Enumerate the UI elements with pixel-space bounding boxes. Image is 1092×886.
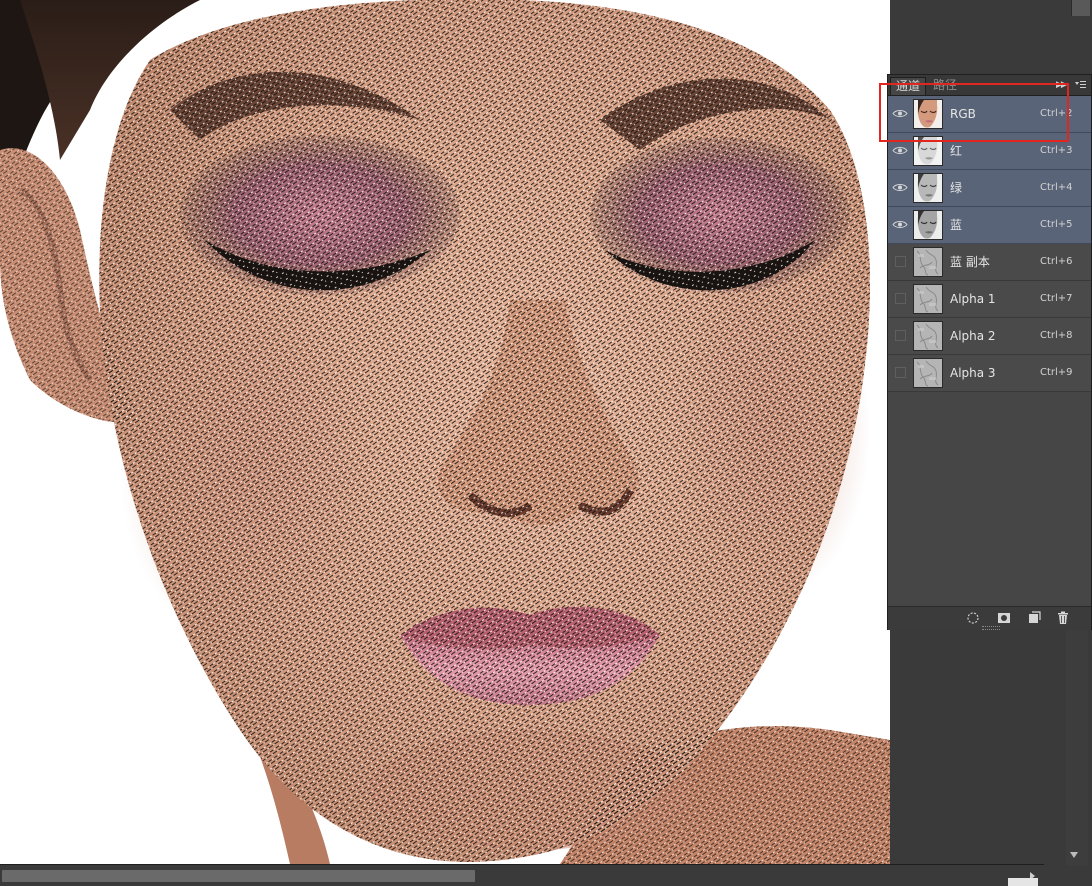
new-channel-icon[interactable] [1027,611,1041,625]
photoshop-window: 通道 路径 ▶▶ RGB Ctrl+2 红 Ctrl+3 绿 Ctrl+4 蓝 Ctrl+5 蓝… [0,0,1092,886]
visibility-toggle[interactable] [891,178,909,196]
panel-menu-icon[interactable] [1074,79,1086,91]
channel-row[interactable]: Alpha 1 Ctrl+7 [888,281,1091,318]
channel-shortcut: Ctrl+3 [1040,145,1073,156]
tab-channels[interactable]: 通道 [890,77,927,95]
channel-thumbnail [913,321,943,351]
status-corner-icon [1008,878,1038,886]
visibility-off-box [895,293,906,304]
channel-row[interactable]: Alpha 3 Ctrl+9 [888,355,1091,392]
visibility-toggle[interactable] [891,104,909,122]
channel-thumbnail [913,247,943,277]
tab-paths-label: 路径 [933,78,958,92]
load-channel-as-selection-icon[interactable] [966,611,980,625]
channel-row[interactable]: 蓝 Ctrl+5 [888,207,1091,244]
channel-row[interactable]: Alpha 2 Ctrl+8 [888,318,1091,355]
channel-shortcut: Ctrl+7 [1040,293,1073,304]
panel-footer [888,606,1091,630]
horizontal-scrollbar[interactable] [0,864,1044,886]
channel-name: Alpha 3 [950,366,996,380]
channel-name: 蓝 [950,218,963,232]
channel-shortcut: Ctrl+8 [1040,330,1073,341]
visibility-toggle[interactable] [891,215,909,233]
eye-icon [892,184,908,191]
channel-thumbnail [913,136,943,166]
panel-collapse-icon[interactable] [1071,0,1090,16]
channel-row[interactable]: 蓝 副本 Ctrl+6 [888,244,1091,281]
channel-name: 蓝 副本 [950,255,990,269]
channel-thumbnail [913,358,943,388]
channel-row[interactable]: 红 Ctrl+3 [888,133,1091,170]
channel-row[interactable]: 绿 Ctrl+4 [888,170,1091,207]
delete-channel-icon[interactable] [1056,611,1070,625]
channel-name: RGB [950,107,976,121]
save-selection-as-channel-icon[interactable] [997,611,1011,625]
channel-shortcut: Ctrl+4 [1040,182,1073,193]
visibility-toggle[interactable] [891,326,909,344]
channel-shortcut: Ctrl+5 [1040,219,1073,230]
channel-thumbnail [913,284,943,314]
channel-shortcut: Ctrl+2 [1040,108,1073,119]
scroll-down-icon[interactable] [1070,852,1078,858]
visibility-off-box [895,367,906,378]
channel-thumbnail [913,99,943,129]
channel-list: RGB Ctrl+2 红 Ctrl+3 绿 Ctrl+4 蓝 Ctrl+5 蓝 副本 Ctrl+6… [888,96,1091,392]
visibility-toggle[interactable] [891,252,909,270]
channel-name: Alpha 1 [950,292,996,306]
channel-thumbnail [913,173,943,203]
face-photo [0,0,890,864]
panel-tab-bar: 通道 路径 ▶▶ [888,75,1091,96]
eye-icon [892,147,908,154]
visibility-toggle[interactable] [891,363,909,381]
channel-name: Alpha 2 [950,329,996,343]
tab-channels-label: 通道 [896,79,921,93]
channel-shortcut: Ctrl+9 [1040,367,1073,378]
visibility-off-box [895,330,906,341]
visibility-off-box [895,256,906,267]
channel-shortcut: Ctrl+6 [1040,256,1073,267]
scrollbar-thumb[interactable] [2,870,475,882]
tab-paths[interactable]: 路径 [928,77,962,94]
eye-icon [892,110,908,117]
dock-scroll-area [1066,630,1088,866]
channels-panel: 通道 路径 ▶▶ RGB Ctrl+2 红 Ctrl+3 绿 Ctrl+4 蓝 Ctrl+5 蓝… [887,74,1092,630]
visibility-toggle[interactable] [891,141,909,159]
resize-grip[interactable] [982,626,1000,630]
channel-name: 红 [950,144,963,158]
visibility-toggle[interactable] [891,289,909,307]
channel-row[interactable]: RGB Ctrl+2 [888,96,1091,133]
channel-thumbnail [913,210,943,240]
document-canvas[interactable] [0,0,890,864]
panel-expand-icon[interactable]: ▶▶ [1056,80,1068,90]
channel-name: 绿 [950,181,963,195]
eye-icon [892,221,908,228]
